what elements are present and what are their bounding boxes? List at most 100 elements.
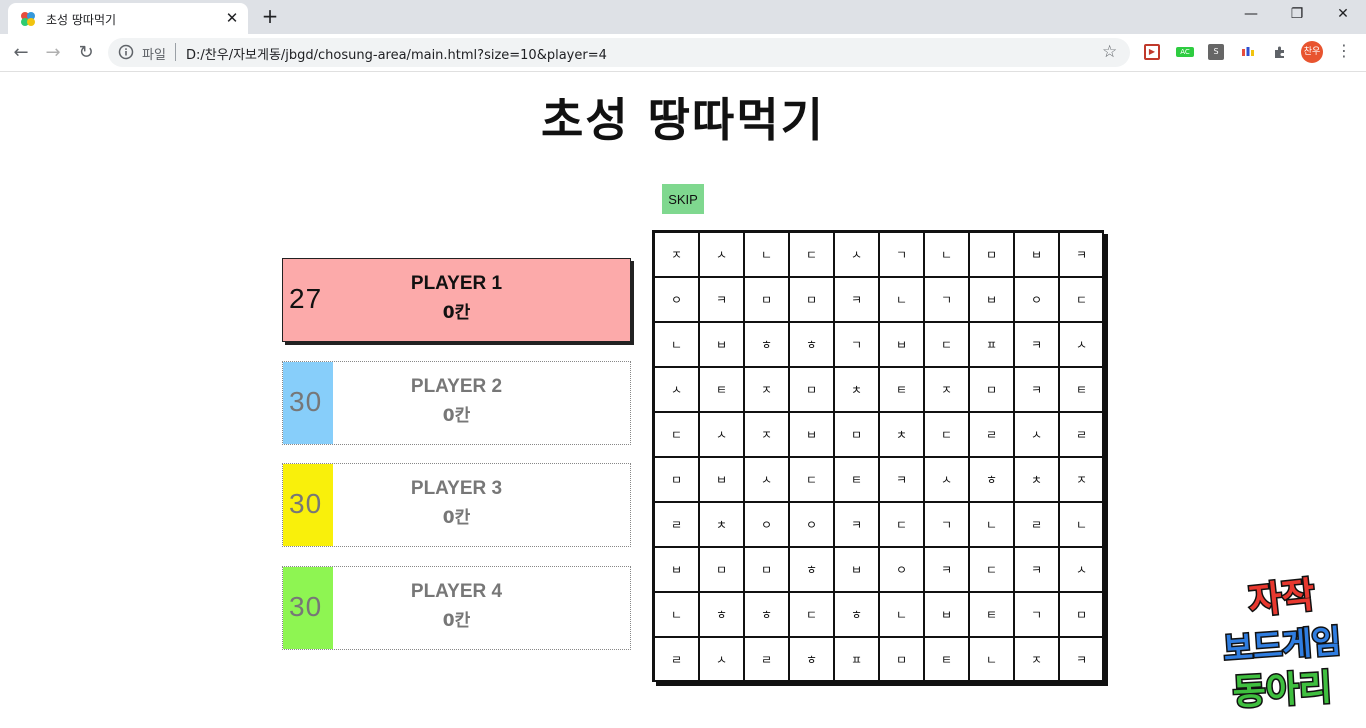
board-cell[interactable]: ㄹ [969,412,1014,457]
board-cell[interactable]: ㄷ [1059,277,1104,322]
board-cell[interactable]: ㅌ [1059,367,1104,412]
board-cell[interactable]: ㅅ [1059,322,1104,367]
board-cell[interactable]: ㅅ [699,232,744,277]
board-cell[interactable]: ㅅ [744,457,789,502]
board-cell[interactable]: ㅊ [834,367,879,412]
board-cell[interactable]: ㄱ [879,232,924,277]
board-cell[interactable]: ㅅ [699,412,744,457]
board-cell[interactable]: ㅋ [834,502,879,547]
board-cell[interactable]: ㄷ [789,232,834,277]
forward-button[interactable]: → [40,40,66,66]
board-cell[interactable]: ㄷ [654,412,699,457]
board-cell[interactable]: ㄹ [1059,412,1104,457]
back-button[interactable]: ← [8,40,34,66]
board-cell[interactable]: ㅂ [699,457,744,502]
board-cell[interactable]: ㄷ [924,322,969,367]
board-cell[interactable]: ㅊ [1014,457,1059,502]
board-cell[interactable]: ㄷ [969,547,1014,592]
board-cell[interactable]: ㅎ [789,322,834,367]
url-text[interactable]: D:/찬우/자보게동/jbgd/chosung-area/main.html?s… [186,44,607,63]
board-cell[interactable]: ㅅ [834,232,879,277]
skip-button[interactable]: SKIP [662,184,704,214]
board-cell[interactable]: ㅇ [879,547,924,592]
board-cell[interactable]: ㅁ [744,277,789,322]
board-cell[interactable]: ㄹ [654,502,699,547]
board-cell[interactable]: ㅅ [654,367,699,412]
board-cell[interactable]: ㄴ [969,637,1014,682]
board-cell[interactable]: ㅁ [699,547,744,592]
board-cell[interactable]: ㅅ [924,457,969,502]
board-cell[interactable]: ㅂ [834,547,879,592]
board-cell[interactable]: ㅈ [654,232,699,277]
board-cell[interactable]: ㅁ [789,367,834,412]
board-cell[interactable]: ㅈ [924,367,969,412]
board-cell[interactable]: ㄴ [879,277,924,322]
browser-tab[interactable]: 초성 땅따먹기 ✕ [8,3,248,34]
board-cell[interactable]: ㄱ [924,502,969,547]
board-cell[interactable]: ㅌ [834,457,879,502]
board-cell[interactable]: ㅋ [1059,637,1104,682]
board-cell[interactable]: ㅌ [924,637,969,682]
minimize-button[interactable]: — [1228,0,1274,30]
board-cell[interactable]: ㅂ [1014,232,1059,277]
board-cell[interactable]: ㅊ [699,502,744,547]
player-card-1[interactable]: 27 PLAYER 1 0칸 [282,258,631,342]
board-cell[interactable]: ㅊ [879,412,924,457]
reload-button[interactable]: ↻ [73,40,99,66]
board-cell[interactable]: ㅇ [1014,277,1059,322]
board-cell[interactable]: ㄷ [789,592,834,637]
bookmark-star-icon[interactable]: ☆ [1102,42,1117,62]
board-cell[interactable]: ㅎ [789,637,834,682]
board-cell[interactable]: ㅌ [699,367,744,412]
board-cell[interactable]: ㄴ [879,592,924,637]
board-cell[interactable]: ㅎ [969,457,1014,502]
board-cell[interactable]: ㅁ [834,412,879,457]
board-cell[interactable]: ㅎ [834,592,879,637]
address-bar[interactable]: 파일 D:/찬우/자보게동/jbgd/chosung-area/main.htm… [108,38,1130,67]
board-cell[interactable]: ㄹ [654,637,699,682]
board-cell[interactable]: ㄱ [834,322,879,367]
player-card-4[interactable]: 30 PLAYER 4 0칸 [282,566,631,650]
board-cell[interactable]: ㅇ [789,502,834,547]
board-cell[interactable]: ㄹ [1014,502,1059,547]
board-cell[interactable]: ㅈ [744,412,789,457]
board-cell[interactable]: ㄴ [1059,502,1104,547]
profile-avatar[interactable]: 찬우 [1301,41,1323,63]
ext-green-icon[interactable]: AC [1176,47,1194,57]
board-cell[interactable]: ㅎ [744,592,789,637]
player-card-3[interactable]: 30 PLAYER 3 0칸 [282,463,631,547]
board-cell[interactable]: ㅋ [1014,367,1059,412]
board-cell[interactable]: ㅇ [654,277,699,322]
board-cell[interactable]: ㅋ [699,277,744,322]
board-cell[interactable]: ㄴ [924,232,969,277]
board-cell[interactable]: ㄱ [924,277,969,322]
board-cell[interactable]: ㅌ [879,367,924,412]
board-cell[interactable]: ㅌ [969,592,1014,637]
board-cell[interactable]: ㅈ [1059,457,1104,502]
board-cell[interactable]: ㅎ [744,322,789,367]
board-cell[interactable]: ㄹ [744,637,789,682]
board-cell[interactable]: ㄴ [744,232,789,277]
board-cell[interactable]: ㅈ [1014,637,1059,682]
board-cell[interactable]: ㄷ [924,412,969,457]
board-cell[interactable]: ㅅ [1014,412,1059,457]
board-cell[interactable]: ㅎ [699,592,744,637]
board-cell[interactable]: ㅂ [879,322,924,367]
board-cell[interactable]: ㅁ [744,547,789,592]
board-cell[interactable]: ㅂ [699,322,744,367]
board-cell[interactable]: ㅁ [789,277,834,322]
restore-button[interactable]: ❐ [1274,0,1320,30]
board-cell[interactable]: ㅍ [969,322,1014,367]
board-cell[interactable]: ㅋ [924,547,969,592]
board-cell[interactable]: ㅁ [1059,592,1104,637]
board-cell[interactable]: ㅁ [969,367,1014,412]
board-cell[interactable]: ㄴ [969,502,1014,547]
board-cell[interactable]: ㅋ [1014,322,1059,367]
ext-color-icon[interactable] [1240,44,1256,60]
new-tab-button[interactable]: + [258,5,282,29]
player-card-2[interactable]: 30 PLAYER 2 0칸 [282,361,631,445]
board-cell[interactable]: ㅁ [654,457,699,502]
ext-gray-icon[interactable]: S [1208,44,1224,60]
board-cell[interactable]: ㅎ [789,547,834,592]
board-cell[interactable]: ㅁ [879,637,924,682]
